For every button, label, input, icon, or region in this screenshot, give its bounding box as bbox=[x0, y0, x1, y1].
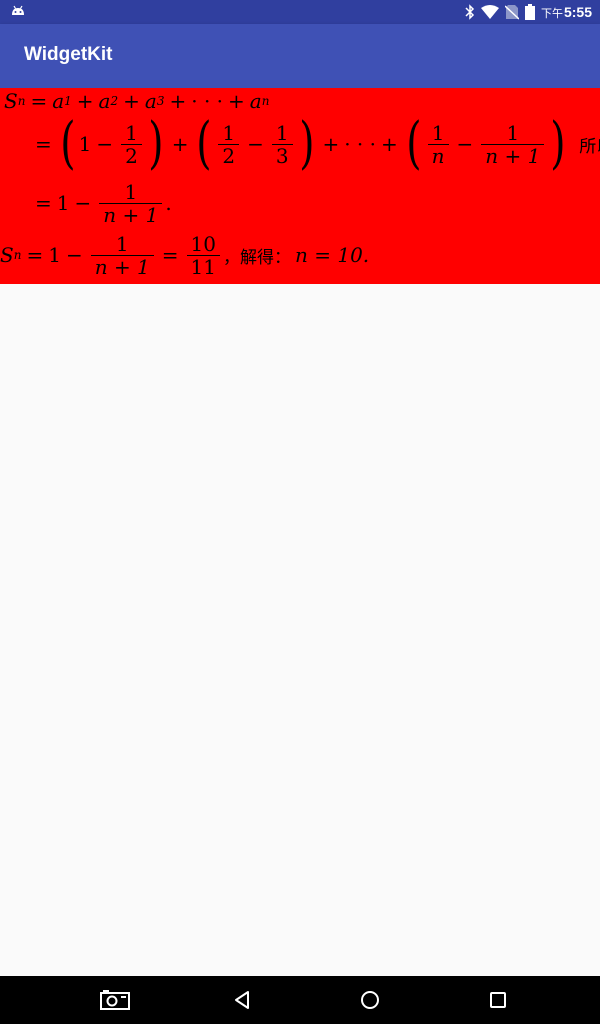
math-fraction: 1 3 bbox=[271, 122, 293, 167]
math-paren-open: ( bbox=[406, 111, 422, 176]
app-title: WidgetKit bbox=[24, 44, 113, 65]
math-symbol: a bbox=[144, 89, 157, 113]
status-bar: 下午 5:55 bbox=[0, 0, 600, 24]
math-fraction: 1 n + 1 bbox=[90, 233, 154, 278]
math-operator: + bbox=[123, 89, 140, 113]
time-period: 下午 bbox=[540, 7, 563, 20]
math-fraction: 10 11 bbox=[186, 233, 220, 278]
math-paren-open: ( bbox=[60, 111, 76, 176]
math-subscript: 2 bbox=[110, 94, 119, 108]
math-symbol: a bbox=[249, 89, 262, 113]
math-operator: − bbox=[96, 132, 114, 156]
math-line-2: = ( 1 − 1 2 ) + ( 1 2 − 1 3 ) + · · · + … bbox=[30, 114, 600, 174]
home-icon bbox=[361, 991, 379, 1009]
math-number: 1 bbox=[78, 132, 92, 156]
battery-icon bbox=[524, 4, 535, 20]
screenshot-button[interactable] bbox=[100, 988, 130, 1012]
math-line-3: = 1 − 1 n + 1 . bbox=[30, 176, 172, 230]
math-operator: + bbox=[171, 132, 189, 156]
math-operator: − bbox=[247, 132, 264, 156]
screenshot-icon bbox=[100, 990, 130, 1010]
math-view: Sn = a1 + a2 + a3 + · · · + an = ( 1 − 1… bbox=[0, 88, 600, 284]
math-fraction: 1 n + 1 bbox=[99, 181, 163, 226]
math-number: 1 bbox=[56, 191, 70, 215]
math-symbol: a bbox=[52, 89, 65, 113]
android-icon bbox=[12, 5, 24, 15]
math-paren-close: ) bbox=[298, 111, 315, 176]
back-button[interactable] bbox=[228, 988, 256, 1012]
math-operator: + bbox=[76, 89, 94, 113]
math-subscript: n bbox=[261, 94, 270, 108]
math-operator: − bbox=[65, 243, 83, 267]
math-text: ， bbox=[223, 247, 240, 268]
math-dots: · · · bbox=[344, 132, 376, 156]
math-operator: + bbox=[322, 132, 340, 156]
clock: 下午 5:55 bbox=[541, 4, 592, 21]
math-symbol: S bbox=[0, 243, 14, 267]
math-subscript: 3 bbox=[156, 94, 165, 108]
recents-button[interactable] bbox=[484, 988, 512, 1012]
math-result: n = 10. bbox=[295, 243, 370, 267]
math-subscript: n bbox=[13, 248, 22, 262]
math-text: 所以 bbox=[579, 136, 600, 157]
math-subscript: 1 bbox=[64, 94, 72, 108]
bluetooth-icon bbox=[465, 4, 475, 20]
math-symbol: a bbox=[98, 89, 111, 113]
math-operator: = bbox=[26, 243, 44, 267]
math-number: 1 bbox=[48, 243, 61, 267]
math-paren-open: ( bbox=[196, 111, 213, 176]
math-line-1: Sn = a1 + a2 + a3 + · · · + an bbox=[4, 88, 269, 114]
home-button[interactable] bbox=[356, 988, 384, 1012]
math-operator: − bbox=[456, 132, 474, 156]
math-fraction: 1 2 bbox=[121, 122, 142, 167]
math-punct: . bbox=[165, 191, 172, 215]
recents-icon bbox=[490, 992, 506, 1008]
math-subscript: n bbox=[17, 94, 26, 108]
math-text: 解得： bbox=[240, 247, 291, 268]
math-paren-close: ) bbox=[148, 111, 164, 176]
app-bar: WidgetKit bbox=[0, 24, 600, 88]
navigation-bar bbox=[0, 976, 600, 1024]
math-symbol: S bbox=[4, 89, 18, 113]
math-operator: = bbox=[161, 243, 179, 267]
math-operator: = bbox=[30, 89, 48, 113]
math-fraction: 1 2 bbox=[218, 122, 240, 167]
math-operator: + bbox=[169, 89, 187, 113]
math-operator: + bbox=[228, 89, 245, 113]
back-icon bbox=[235, 991, 249, 1009]
math-operator: + bbox=[381, 132, 398, 156]
math-line-4: Sn = 1 − 1 n + 1 = 10 11 ， 解得： n = 10. bbox=[0, 228, 369, 282]
math-operator: − bbox=[74, 191, 92, 215]
math-dots: · · · bbox=[191, 89, 224, 113]
math-paren-close: ) bbox=[550, 111, 566, 176]
math-operator: = bbox=[35, 132, 52, 156]
time: 5:55 bbox=[563, 3, 592, 20]
wifi-icon bbox=[480, 5, 499, 19]
no-sim-icon bbox=[504, 5, 519, 20]
math-fraction: 1 n bbox=[427, 122, 449, 167]
math-fraction: 1 n + 1 bbox=[481, 122, 545, 167]
math-operator: = bbox=[35, 191, 52, 215]
